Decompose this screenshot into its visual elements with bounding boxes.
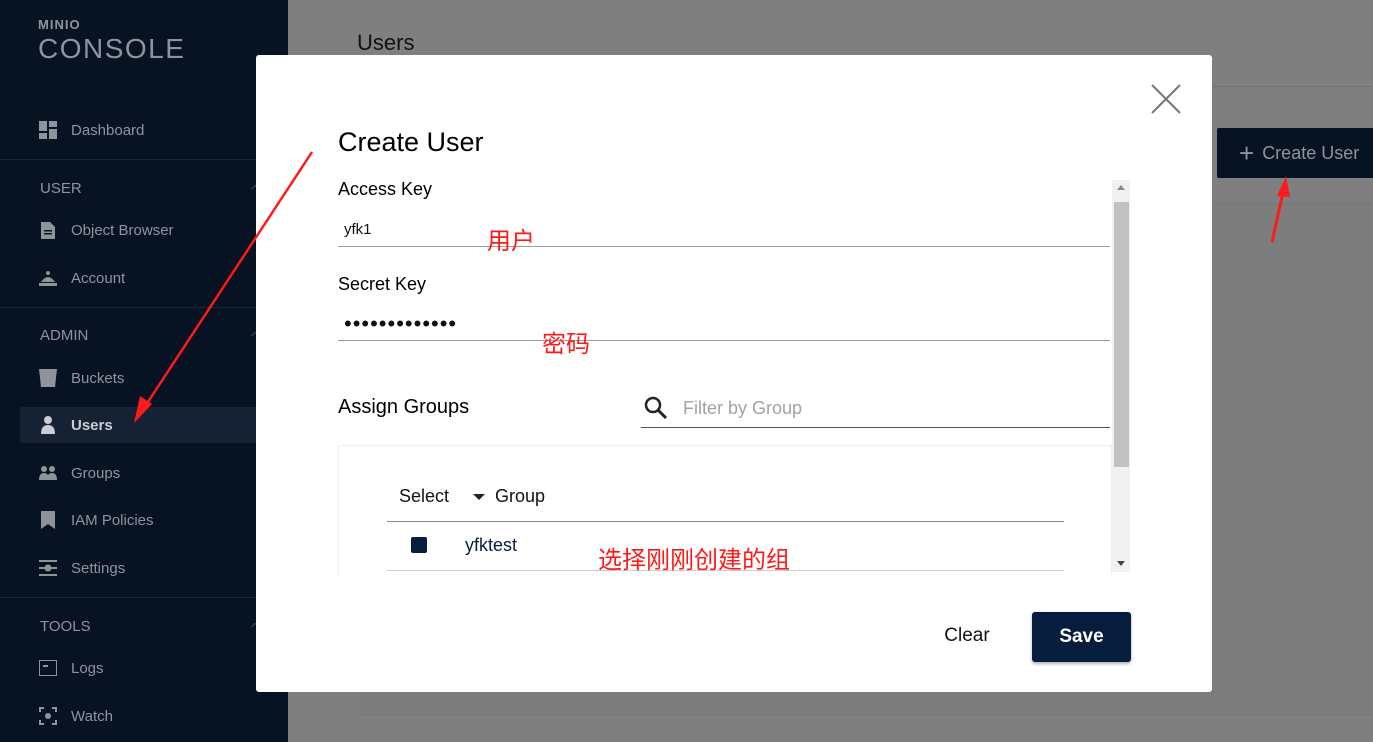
access-key-input[interactable] (338, 213, 1110, 247)
create-user-modal: Create User Access Key Secret Key Assign… (256, 55, 1212, 692)
bucket-icon (39, 369, 57, 387)
annotation-select-group: 选择刚刚创建的组 (598, 546, 790, 574)
logo-minio-text: MINIO (38, 17, 81, 32)
groups-icon (39, 464, 57, 482)
sidebar-item-label: Settings (71, 559, 126, 577)
minio-console-logo[interactable]: MINIO CONSOLE (38, 18, 185, 64)
sidebar-item-label: Groups (71, 464, 121, 482)
sidebar-item-logs[interactable]: Logs (20, 650, 288, 686)
scroll-down-arrow-icon[interactable] (1117, 561, 1125, 566)
modal-scrollbar[interactable] (1112, 180, 1130, 572)
sidebar-item-groups[interactable]: Groups (20, 455, 288, 491)
sidebar-item-buckets[interactable]: Buckets (20, 360, 288, 396)
sidebar-divider (0, 159, 288, 160)
close-icon[interactable] (1150, 83, 1182, 115)
sidebar-item-label: Dashboard (71, 121, 145, 139)
sidebar-item-object-browser[interactable]: Object Browser (20, 212, 288, 248)
logo-console-text: CONSOLE (38, 33, 186, 64)
sidebar-item-dashboard[interactable]: Dashboard (20, 112, 288, 148)
sidebar-item-label: Account (71, 269, 126, 287)
sidebar-divider (0, 307, 288, 308)
document-icon (39, 221, 57, 239)
sidebar-item-label: Object Browser (71, 221, 174, 239)
sidebar-item-iam-policies[interactable]: IAM Policies (20, 502, 288, 538)
sidebar-item-label: Users (71, 416, 113, 434)
sidebar-item-label: Buckets (71, 369, 125, 387)
scroll-thumb[interactable] (1114, 202, 1129, 467)
sidebar-item-watch[interactable]: Watch (20, 698, 288, 734)
annotation-user: 用户 (487, 227, 535, 255)
group-row-checkbox[interactable] (411, 537, 427, 553)
watch-icon (39, 707, 57, 725)
sidebar: MINIO CONSOLE Dashboard USER Object Brow… (0, 0, 288, 742)
plus-icon: + (1239, 138, 1255, 168)
table-header-divider (387, 521, 1064, 522)
section-admin: ADMIN (40, 327, 89, 344)
account-icon (39, 269, 57, 287)
dashboard-icon (39, 121, 57, 139)
modal-title: Create User (338, 127, 484, 157)
group-header-label: Group (495, 486, 546, 506)
group-filter[interactable] (641, 389, 1110, 428)
bookmark-icon (39, 511, 57, 529)
user-icon (39, 416, 57, 434)
scroll-up-arrow-icon[interactable] (1117, 185, 1125, 190)
group-column-header[interactable]: Group (473, 486, 545, 507)
secret-key-input[interactable] (338, 307, 1110, 341)
annotation-password: 密码 (542, 330, 590, 358)
sidebar-item-label: Logs (71, 659, 104, 677)
access-key-label: Access Key (338, 179, 433, 199)
group-row-name: yfktest (465, 535, 518, 555)
section-tools: TOOLS (40, 618, 91, 635)
sidebar-item-label: Watch (71, 707, 113, 725)
sidebar-item-label: IAM Policies (71, 511, 154, 529)
clear-button[interactable]: Clear (934, 612, 1000, 660)
sidebar-divider (0, 597, 288, 598)
sidebar-item-account[interactable]: Account (20, 260, 288, 296)
sort-down-icon (473, 493, 485, 500)
section-user: USER (40, 180, 82, 197)
page-title: Users (357, 30, 415, 55)
sidebar-item-settings[interactable]: Settings (20, 550, 288, 586)
create-user-label: Create User (1262, 142, 1360, 163)
secret-key-label: Secret Key (338, 274, 427, 294)
sidebar-item-users[interactable]: Users (20, 407, 288, 443)
settings-icon (39, 559, 57, 577)
select-column-header: Select (399, 486, 450, 506)
assign-groups-label: Assign Groups (338, 396, 470, 418)
create-user-button[interactable]: + Create User (1217, 128, 1373, 178)
filter-by-group-input[interactable] (681, 391, 1105, 425)
search-icon (644, 396, 668, 425)
save-button[interactable]: Save (1032, 612, 1131, 662)
logs-icon (39, 659, 57, 677)
